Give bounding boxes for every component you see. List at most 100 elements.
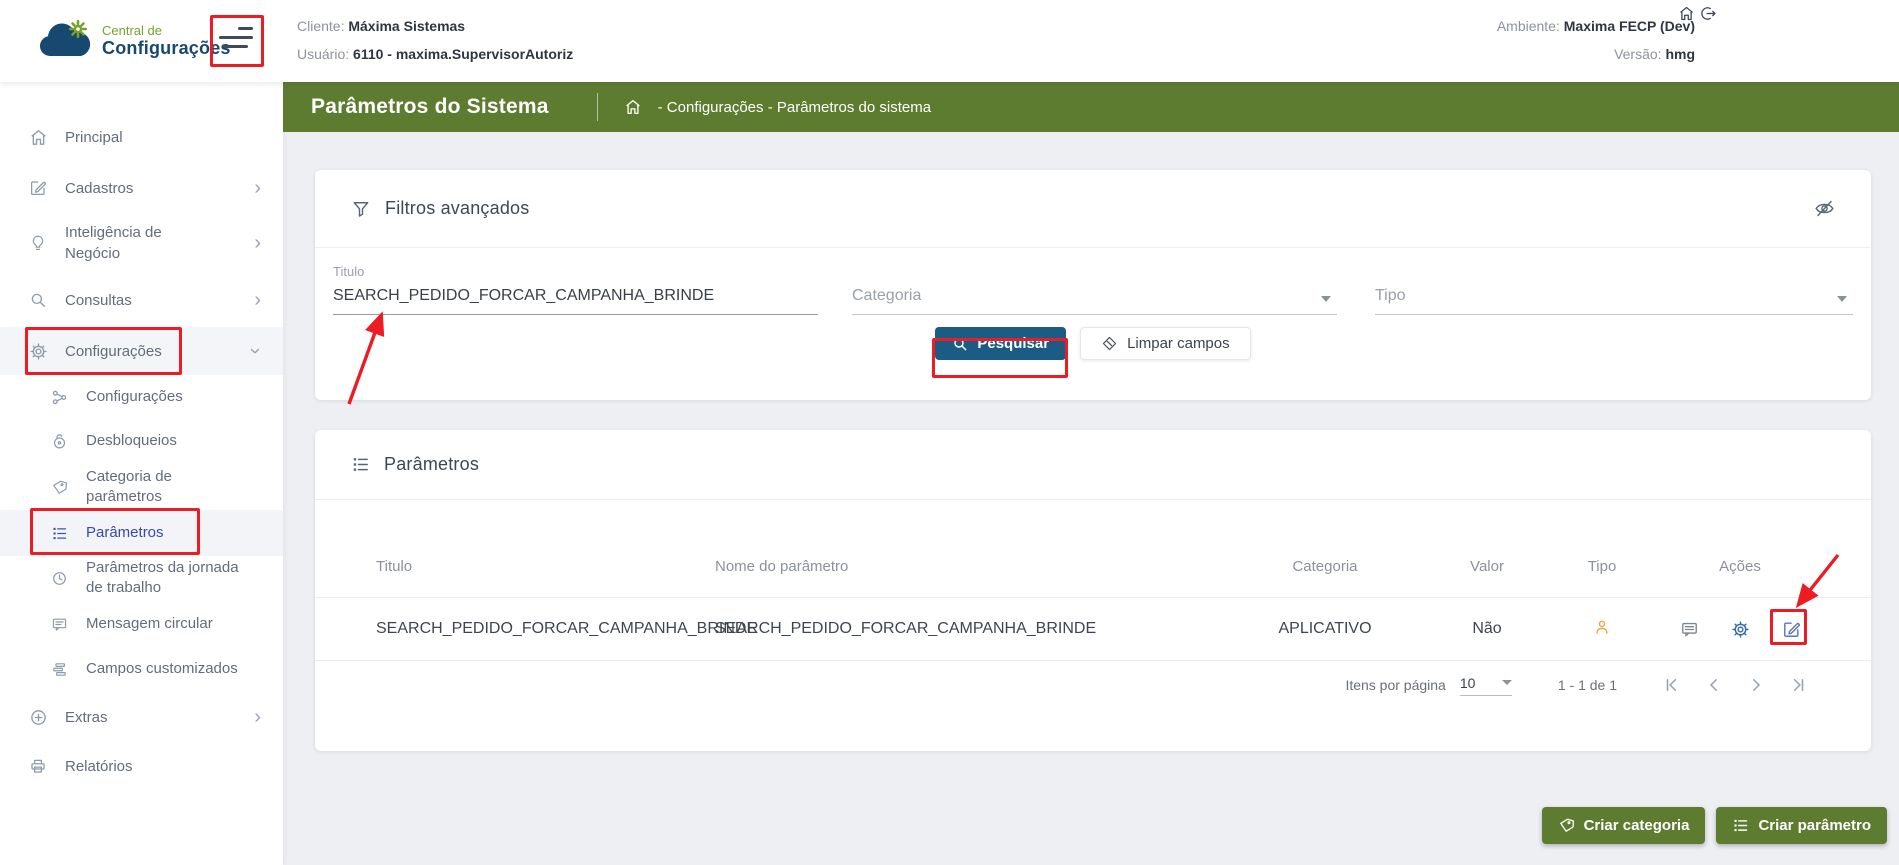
clear-fields-button[interactable]: Limpar campos	[1080, 327, 1251, 360]
cell-nome: SEARCH_PEDIDO_FORCAR_CAMPANHA_BRINDE	[715, 620, 1097, 637]
list-icon	[50, 524, 69, 543]
cell-categoria: APLICATIVO	[1278, 620, 1372, 637]
sidebar-item-relatorios[interactable]: Relatórios	[0, 744, 283, 788]
client-value: Máxima Sistemas	[348, 18, 466, 34]
previous-page-icon[interactable]	[1705, 676, 1723, 694]
plus-circle-icon	[28, 707, 48, 727]
titulo-field-value[interactable]: SEARCH_PEDIDO_FORCAR_CAMPANHA_BRINDE	[333, 282, 818, 315]
environment-label: Ambiente:	[1496, 18, 1560, 34]
sidebar-subitem-parametros-jornada[interactable]: Parâmetros da jornada de trabalho	[0, 556, 283, 600]
sidebar-subitem-categoria-parametros[interactable]: Categoria de parâmetros	[0, 464, 283, 510]
sidebar-subitem-label: Campos customizados	[86, 659, 238, 677]
sidebar-subitem-label: Desbloqueios	[86, 432, 177, 450]
search-icon	[28, 290, 48, 310]
edit-square-icon	[28, 178, 48, 198]
sidebar-item-label: Consultas	[65, 291, 132, 309]
sidebar-subitem-campos-customizados[interactable]: Campos customizados	[0, 646, 283, 692]
advanced-filters-card: Filtros avançados Titulo SEARCH_PEDIDO_F…	[315, 170, 1871, 400]
hide-filters-icon[interactable]	[1814, 198, 1835, 219]
column-header-acoes: Ações	[1719, 557, 1761, 575]
create-parameter-button[interactable]: Criar parâmetro	[1716, 807, 1887, 844]
version-value: hmg	[1665, 46, 1695, 62]
search-button[interactable]: Pesquisar	[935, 327, 1067, 360]
sidebar-subitem-label: Mensagem circular	[86, 614, 213, 632]
pagination-bar: Itens por página 10 1 - 1 de 1	[315, 661, 1871, 709]
sidebar-item-label: Principal	[65, 128, 123, 146]
dropdown-caret-icon	[1321, 296, 1331, 302]
user-label: Usuário:	[297, 46, 350, 62]
nodes-icon	[50, 388, 69, 407]
items-per-page-label: Itens por página	[1345, 677, 1446, 693]
parameters-title: Parâmetros	[384, 454, 480, 474]
list-icon	[1734, 819, 1748, 832]
titulo-field-label: Titulo	[333, 264, 365, 279]
main-content: Filtros avançados Titulo SEARCH_PEDIDO_F…	[283, 132, 1899, 865]
sidebar-subitem-parametros[interactable]: Parâmetros	[0, 510, 283, 556]
sidebar-item-label: Relatórios	[65, 757, 133, 775]
sidebar-item-consultas[interactable]: Consultas ›	[0, 278, 283, 322]
cell-tipo	[1559, 618, 1645, 641]
layers-icon	[50, 660, 69, 679]
cell-valor: Não	[1472, 620, 1502, 637]
sidebar-item-extras[interactable]: Extras ›	[0, 695, 283, 739]
titlebar-separator	[596, 93, 598, 121]
sidebar-item-cadastros[interactable]: Cadastros ›	[0, 166, 283, 210]
sidebar-item-principal[interactable]: Principal	[0, 115, 283, 159]
categoria-select[interactable]: Categoria	[852, 264, 1337, 315]
hamburger-menu-icon[interactable]	[219, 27, 255, 55]
home-icon	[28, 127, 48, 147]
gear-action-icon[interactable]	[1731, 620, 1750, 639]
logout-icon[interactable]	[1700, 5, 1717, 22]
sidebar-item-label: Extras	[65, 708, 108, 726]
column-header-tipo: Tipo	[1587, 557, 1617, 575]
sidebar-subitem-configuracoes[interactable]: Configurações	[0, 375, 283, 419]
sidebar-subitem-desbloqueios[interactable]: Desbloqueios	[0, 419, 283, 464]
last-page-icon[interactable]	[1789, 676, 1807, 694]
sidebar-subitem-label: Parâmetros	[86, 523, 164, 541]
sidebar-subitem-mensagem-circular[interactable]: Mensagem circular	[0, 602, 283, 646]
categoria-select-placeholder: Categoria	[852, 282, 1337, 315]
titulo-field[interactable]: Titulo SEARCH_PEDIDO_FORCAR_CAMPANHA_BRI…	[333, 264, 818, 315]
tipo-select-placeholder: Tipo	[1375, 282, 1853, 315]
breadcrumb-home-icon[interactable]	[624, 98, 642, 116]
next-page-icon[interactable]	[1747, 676, 1765, 694]
sidebar-item-label: Inteligência de Negócio	[65, 224, 162, 262]
tipo-select[interactable]: Tipo	[1375, 264, 1853, 315]
pagination-range: 1 - 1 de 1	[1557, 677, 1617, 693]
table-row[interactable]: SEARCH_PEDIDO_FORCAR_CAMPANHA_BRINDE SEA…	[315, 598, 1871, 661]
app-header: Central de Configurações Cliente: Máxima…	[0, 0, 1899, 82]
search-button-label: Pesquisar	[977, 335, 1050, 352]
sidebar-item-inteligencia[interactable]: Inteligência de Negócio ›	[0, 218, 283, 268]
chevron-down-icon: ›	[244, 347, 267, 355]
edit-action-icon[interactable]	[1782, 620, 1801, 639]
gear-icon	[28, 341, 48, 361]
column-header-titulo: Titulo	[376, 557, 413, 575]
cloud-gear-logo-icon	[36, 18, 92, 64]
filter-icon	[351, 199, 371, 219]
create-category-button[interactable]: Criar categoria	[1541, 807, 1706, 844]
home-shortcut-icon[interactable]	[1678, 5, 1695, 22]
sidebar-item-label: Configurações	[65, 342, 162, 360]
sidebar-subitem-label: Categoria de parâmetros	[86, 467, 172, 505]
dropdown-caret-icon	[1837, 296, 1847, 302]
sidebar: Principal Cadastros › Inteligência de Ne…	[0, 82, 283, 865]
create-parameter-label: Criar parâmetro	[1758, 817, 1871, 834]
app-logo: Central de Configurações	[36, 18, 231, 64]
comment-action-icon[interactable]	[1680, 620, 1699, 639]
sidebar-subitem-label: Parâmetros da jornada de trabalho	[86, 558, 239, 596]
environment-value: Maxima FECP (Dev)	[1563, 18, 1695, 34]
filters-title: Filtros avançados	[385, 198, 530, 218]
first-page-icon[interactable]	[1663, 676, 1681, 694]
client-info: Cliente: Máxima Sistemas	[297, 18, 465, 34]
chevron-right-icon: ›	[254, 289, 261, 311]
items-per-page-select[interactable]: 10	[1459, 675, 1512, 696]
sidebar-item-configuracoes[interactable]: Configurações ›	[0, 327, 283, 375]
column-header-categoria: Categoria	[1292, 557, 1358, 575]
message-icon	[50, 615, 69, 634]
lightbulb-icon	[28, 233, 48, 253]
cell-titulo: SEARCH_PEDIDO_FORCAR_CAMPANHA_BRINDE	[376, 620, 758, 637]
dropdown-caret-icon	[1501, 680, 1512, 685]
eraser-icon	[1102, 336, 1117, 351]
clear-fields-button-label: Limpar campos	[1127, 335, 1230, 352]
logo-line1: Central de	[102, 23, 162, 38]
